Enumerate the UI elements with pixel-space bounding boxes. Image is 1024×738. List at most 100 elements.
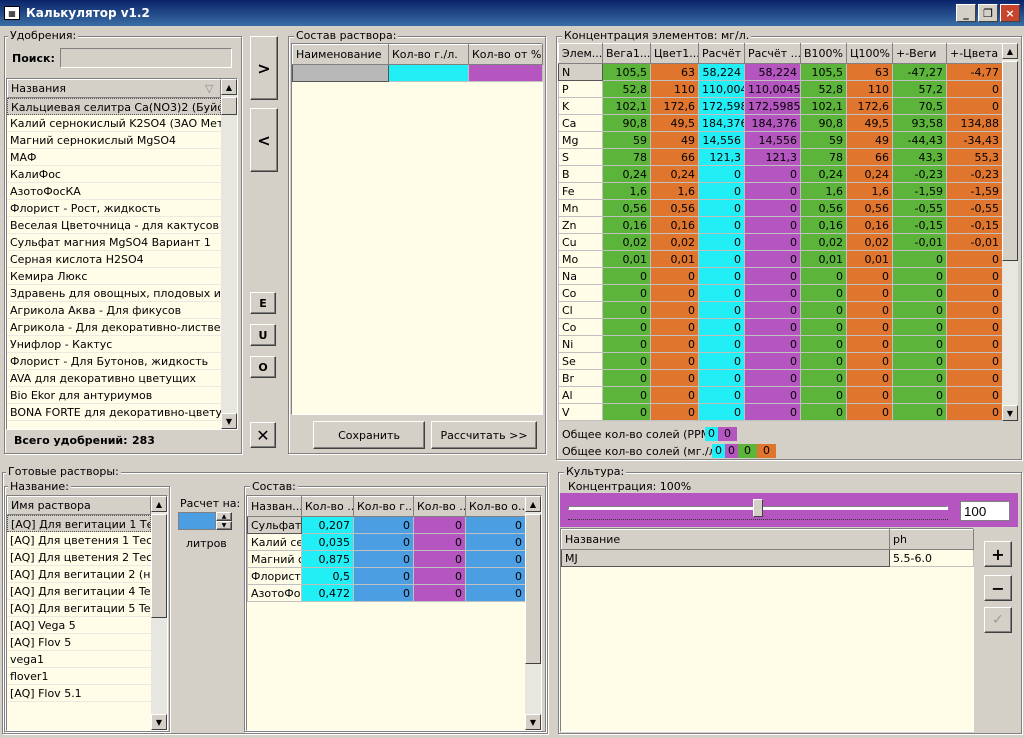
composition-row[interactable]: Флорист 0,5 0 0 0 bbox=[247, 567, 526, 585]
ready-solution-item[interactable]: [AQ] Для цветения 2 Тест bbox=[7, 549, 151, 566]
culture-grid[interactable]: Название ph MJ 5.5-6.0 bbox=[560, 528, 974, 732]
composition-row[interactable]: АзотоФо 0,472 0 0 0 bbox=[247, 584, 526, 602]
ready-solution-item[interactable]: [AQ] Vega 5 bbox=[7, 617, 151, 634]
composition-row[interactable]: Магний с 0,875 0 0 0 bbox=[247, 550, 526, 568]
solution-col-gl[interactable]: Кол-во г./л. bbox=[388, 44, 469, 65]
o-button[interactable]: O bbox=[250, 356, 276, 378]
fertilizer-list-item[interactable]: Магний сернокислый MgSO4 bbox=[7, 132, 221, 149]
fertilizer-list-item[interactable]: АзотоФосКА bbox=[7, 183, 221, 200]
concentration-row[interactable]: Ni 0 0 0 0 0 0 0 0 bbox=[558, 335, 1002, 353]
scroll-thumb[interactable] bbox=[221, 97, 237, 115]
ready-solution-item[interactable]: flover1 bbox=[7, 668, 151, 685]
concentration-row[interactable]: B 0,24 0,24 0 0 0,24 0,24 -0,23 -0,23 bbox=[558, 165, 1002, 183]
fertilizer-list-item[interactable]: Флорист - Рост, жидкость bbox=[7, 200, 221, 217]
fertilizer-list-item[interactable]: Bio Ekor для антуриумов bbox=[7, 387, 221, 404]
search-input[interactable] bbox=[60, 48, 232, 68]
concentration-row[interactable]: Al 0 0 0 0 0 0 0 0 bbox=[558, 386, 1002, 404]
fertilizer-list-item[interactable]: Здравень для овощных, плодовых и садо bbox=[7, 285, 221, 302]
fertilizer-list-item[interactable]: BONA FORTE для декоративно-цветущих, bbox=[7, 404, 221, 421]
stepper-down-icon[interactable]: ▼ bbox=[216, 521, 232, 530]
concentration-row[interactable]: K102,1172,6172,5985172,5985102,1172,670,… bbox=[558, 97, 1002, 115]
ready-solution-item[interactable]: [AQ] Flov 5.1 bbox=[7, 685, 151, 702]
add-culture-button[interactable]: + bbox=[984, 541, 1012, 567]
fertilizer-list-item[interactable]: Кальциевая селитра Ca(NO3)2 (Буйские у bbox=[7, 98, 221, 115]
stepper-up-icon[interactable]: ▲ bbox=[216, 512, 232, 521]
composition-col-header[interactable]: Кол-во г.... bbox=[353, 496, 414, 517]
composition-col-header[interactable]: Назван... bbox=[247, 496, 302, 517]
liters-stepper[interactable]: ▲ ▼ bbox=[178, 512, 232, 530]
concentration-row[interactable]: Ca 90,8 49,5 184,376 184,376 90,8 49,5 93,58 134… bbox=[558, 114, 1002, 132]
culture-col-name[interactable]: Название bbox=[561, 529, 890, 550]
clear-icon[interactable]: ✕ bbox=[250, 422, 276, 448]
concentration-slider-thumb[interactable] bbox=[753, 499, 763, 517]
ready-solution-item[interactable]: [AQ] Для вегитации 5 Test bbox=[7, 600, 151, 617]
concentration-row[interactable]: Cu 0,02 0,02 0 0 0,02 0,02 -0,01 -0,01 bbox=[558, 233, 1002, 251]
u-button[interactable]: U bbox=[250, 324, 276, 346]
fertilizer-list-item[interactable]: Агрикола Аква - Для фикусов bbox=[7, 302, 221, 319]
ready-solution-item[interactable]: vega1 bbox=[7, 651, 151, 668]
ready-solution-item[interactable]: [AQ] Для вегитации 1 Тест bbox=[7, 515, 151, 532]
list-header[interactable]: Названия ▽ bbox=[7, 79, 221, 98]
ready-solution-item[interactable]: [AQ] Для цветения 1 Тест bbox=[7, 532, 151, 549]
composition-col-header[interactable]: Кол-во о... bbox=[465, 496, 526, 517]
close-button[interactable]: × bbox=[1000, 4, 1020, 22]
concentration-row[interactable]: P52,8110110,0045110,004552,811057,20 bbox=[558, 80, 1002, 98]
fertilizer-list-item[interactable]: Флорист - Для Бутонов, жидкость bbox=[7, 353, 221, 370]
composition-row[interactable]: Калий се 0,035 0 0 0 bbox=[247, 533, 526, 551]
calculate-button[interactable]: Рассчитать >> bbox=[431, 421, 537, 449]
concentration-row[interactable]: V00000000 bbox=[558, 403, 1002, 421]
concentration-row[interactable]: Co 0 0 0 0 0 0 0 0 bbox=[558, 284, 1002, 302]
concentration-col-header[interactable]: +-Веги bbox=[892, 43, 947, 64]
minimize-button[interactable]: _ bbox=[956, 4, 976, 22]
concentration-row[interactable]: S 78 66 121,3 121,3 78 66 43,3 55,3 bbox=[558, 148, 1002, 166]
composition-col-header[interactable]: Кол-во ... bbox=[301, 496, 354, 517]
scroll-up-icon[interactable]: ▲ bbox=[525, 496, 541, 512]
composition-row[interactable]: Сульфат м0,207000 bbox=[247, 516, 526, 534]
scroll-thumb[interactable] bbox=[151, 514, 167, 618]
concentration-row[interactable]: Fe 1,6 1,6 0 0 1,6 1,6 -1,59 -1,59 bbox=[558, 182, 1002, 200]
remove-from-solution-button[interactable]: < bbox=[250, 108, 278, 172]
add-to-solution-button[interactable]: > bbox=[250, 36, 278, 100]
culture-row[interactable]: MJ 5.5-6.0 bbox=[561, 549, 974, 567]
concentration-col-header[interactable]: Цвет1... bbox=[650, 43, 699, 64]
fertilizer-scrollbar[interactable]: ▲ ▼ bbox=[221, 79, 237, 429]
fertilizer-list-item[interactable]: Серная кислота H2SO4 bbox=[7, 251, 221, 268]
fertilizer-list-item[interactable]: Кемира Люкс bbox=[7, 268, 221, 285]
concentration-col-header[interactable]: В100% bbox=[800, 43, 847, 64]
fertilizer-list-item[interactable]: МАФ bbox=[7, 149, 221, 166]
composition-col-header[interactable]: Кол-во ... bbox=[413, 496, 466, 517]
concentration-col-header[interactable]: Элем... bbox=[558, 43, 603, 64]
solution-grid[interactable]: Наименование Кол-во г./л. Кол-во от % bbox=[291, 43, 543, 415]
fertilizer-list-item[interactable]: Агрикола - Для декоративно-лиственных bbox=[7, 319, 221, 336]
scroll-up-icon[interactable]: ▲ bbox=[1002, 43, 1018, 59]
scroll-down-icon[interactable]: ▼ bbox=[151, 714, 167, 730]
concentration-row[interactable]: Br 0 0 0 0 0 0 0 0 bbox=[558, 369, 1002, 387]
concentration-row[interactable]: Mg 59 49 14,556 14,556 59 49 -44,43 -34,43 bbox=[558, 131, 1002, 149]
scroll-down-icon[interactable]: ▼ bbox=[221, 413, 237, 429]
concentration-row[interactable]: Mn 0,56 0,56 0 0 0,56 0,56 -0,55 -0,55 bbox=[558, 199, 1002, 217]
scroll-up-icon[interactable]: ▲ bbox=[221, 79, 237, 95]
ready-scrollbar[interactable]: ▲ ▼ bbox=[151, 496, 167, 730]
ready-solution-item[interactable]: [AQ] Для вегитации 2 (непо bbox=[7, 566, 151, 583]
fertilizer-list-item[interactable]: Сульфат магния MgSO4 Вариант 1 bbox=[7, 234, 221, 251]
concentration-scrollbar[interactable]: ▲ ▼ bbox=[1002, 43, 1018, 421]
save-button[interactable]: Сохранить bbox=[313, 421, 425, 449]
e-button[interactable]: E bbox=[250, 292, 276, 314]
composition-grid[interactable]: Назван... Кол-во ... Кол-во г.... Кол-во ..… bbox=[246, 495, 542, 731]
remove-culture-button[interactable]: − bbox=[984, 575, 1012, 601]
concentration-row[interactable]: Cl 0 0 0 0 0 0 0 0 bbox=[558, 301, 1002, 319]
concentration-row[interactable]: Zn 0,16 0,16 0 0 0,16 0,16 -0,15 -0,15 bbox=[558, 216, 1002, 234]
scroll-thumb[interactable] bbox=[1002, 61, 1018, 261]
concentration-col-header[interactable]: Ц100% bbox=[846, 43, 893, 64]
solution-col-pct[interactable]: Кол-во от % bbox=[468, 44, 543, 65]
concentration-grid[interactable]: Элем... Вега1... Цвет1... Расчёт Расчёт ... В… bbox=[558, 43, 1002, 421]
concentration-row[interactable]: Mo 0,01 0,01 0 0 0,01 0,01 0 0 bbox=[558, 250, 1002, 268]
maximize-button[interactable]: ❐ bbox=[978, 4, 998, 22]
concentration-input[interactable] bbox=[960, 501, 1010, 521]
solution-col-name[interactable]: Наименование bbox=[292, 44, 389, 65]
concentration-row[interactable]: Co 0 0 0 0 0 0 0 0 bbox=[558, 318, 1002, 336]
culture-col-ph[interactable]: ph bbox=[889, 529, 974, 550]
fertilizer-list-item[interactable]: AVA для декоративно цветущих bbox=[7, 370, 221, 387]
concentration-col-header[interactable]: +-Цвета bbox=[946, 43, 1002, 64]
fertilizer-list-item[interactable]: Веселая Цветочница - для кактусов bbox=[7, 217, 221, 234]
